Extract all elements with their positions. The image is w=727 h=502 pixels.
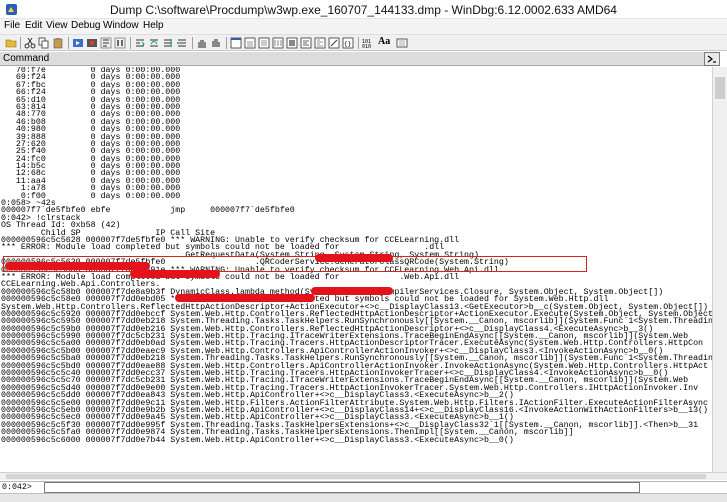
menu-debug[interactable]: Debug — [71, 20, 100, 31]
command-line: 0:042> — [0, 481, 727, 493]
command-prompt: 0:042> — [2, 483, 32, 492]
hex-icon[interactable]: 101010 — [362, 37, 374, 49]
output-line: 000007f7`de5fbfe0 ebfe jmp 000007f7`de5f… — [1, 206, 295, 216]
dock-menu-icon — [707, 55, 716, 63]
stop-icon[interactable] — [86, 37, 98, 49]
scratch-pad-icon[interactable] — [328, 37, 340, 49]
paste-icon[interactable] — [52, 37, 64, 49]
redaction-mark — [311, 287, 393, 295]
locals-icon[interactable] — [258, 37, 270, 49]
vertical-scrollbar[interactable] — [712, 67, 727, 472]
redaction-mark — [130, 270, 220, 278]
panel-title: Command — [3, 53, 50, 64]
memory-icon[interactable] — [286, 37, 298, 49]
status-bar — [0, 493, 727, 502]
svg-text:{}: {} — [344, 41, 351, 48]
menu-help[interactable]: Help — [143, 20, 164, 31]
window-title: Dump C:\software\Procdump\w3wp.exe_16070… — [110, 3, 617, 17]
step-over-icon[interactable] — [148, 37, 160, 49]
menu-view[interactable]: View — [46, 20, 68, 31]
source-mode-icon[interactable]: {} — [342, 37, 354, 49]
hand-icon[interactable] — [196, 37, 208, 49]
call-stack-icon[interactable] — [300, 37, 312, 49]
run-to-cursor-icon[interactable] — [176, 37, 188, 49]
svg-text:010: 010 — [362, 44, 371, 49]
redaction-mark — [175, 294, 315, 302]
copy-icon[interactable] — [38, 37, 50, 49]
title-bar: Dump C:\software\Procdump\w3wp.exe_16070… — [0, 0, 727, 19]
registers-icon[interactable] — [272, 37, 284, 49]
redaction-mark — [315, 254, 393, 262]
menu-edit[interactable]: Edit — [25, 20, 42, 31]
command-panel-header: Command — [0, 52, 711, 66]
open-icon[interactable] — [5, 37, 17, 49]
menu-file[interactable]: File — [4, 20, 20, 31]
scroll-thumb[interactable] — [6, 474, 706, 479]
panel-menu-button[interactable] — [704, 52, 720, 66]
menu-bar: File Edit View Debug Window Help — [0, 19, 727, 34]
break-icon[interactable] — [114, 37, 126, 49]
watch-icon[interactable] — [244, 37, 256, 49]
menu-window[interactable]: Window — [103, 20, 139, 31]
font-icon[interactable]: Aa — [378, 36, 392, 48]
command-input[interactable] — [44, 482, 640, 493]
horizontal-scrollbar[interactable] — [0, 472, 727, 480]
toolbar: {} 101 010 Aa — [0, 34, 727, 51]
step-into-icon[interactable] — [134, 37, 146, 49]
step-out-icon[interactable] — [162, 37, 174, 49]
cut-icon[interactable] — [24, 37, 36, 49]
command-window-icon[interactable] — [230, 37, 242, 49]
output-line: 0:f00 0 days 0:00:00.000 — [1, 191, 181, 201]
insert-breakpoint-icon[interactable] — [210, 37, 222, 49]
restart-icon[interactable] — [72, 37, 84, 49]
go-icon[interactable] — [100, 37, 112, 49]
scroll-thumb[interactable] — [715, 77, 725, 99]
disassembly-icon[interactable] — [314, 37, 326, 49]
options-icon[interactable] — [396, 37, 408, 49]
output-line: 000000596c5c6000 000007f7dd0e7b44 System… — [1, 435, 514, 445]
redaction-mark — [5, 262, 150, 270]
